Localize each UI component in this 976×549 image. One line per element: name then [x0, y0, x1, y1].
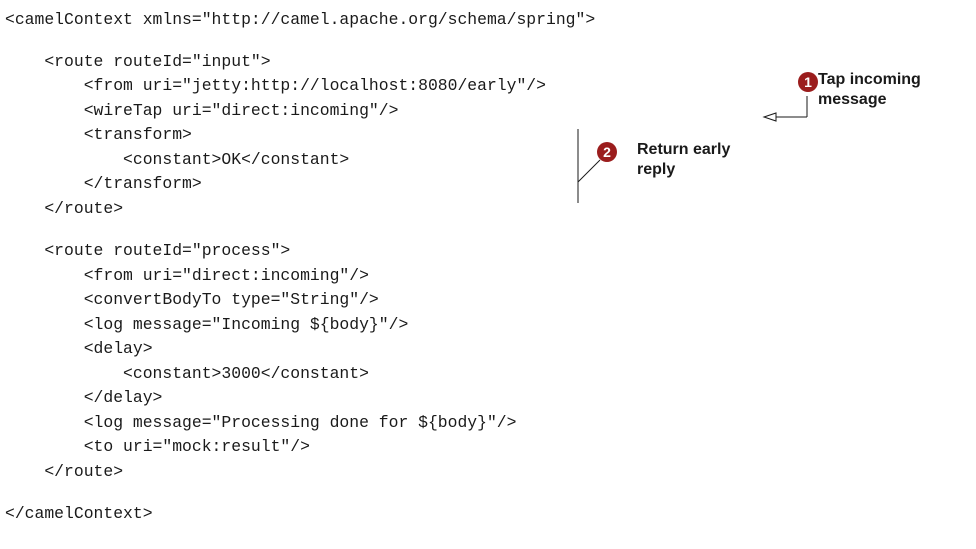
code-line-13: <delay>	[5, 339, 153, 358]
code-line-12: <log message="Incoming ${body}"/>	[5, 315, 409, 334]
code-line-10: <from uri="direct:incoming"/>	[5, 266, 369, 285]
code-line-8: </route>	[5, 199, 124, 218]
code-line-14: <constant>3000</constant>	[5, 364, 369, 383]
callout-1-label: Tap incoming message	[818, 71, 921, 108]
code-line-19: </camelContext>	[5, 504, 153, 523]
code-line-3: <from uri="jetty:http://localhost:8080/e…	[5, 76, 546, 95]
callout-2-marker: 2	[597, 142, 617, 162]
code-line-2: <route routeId="input">	[5, 52, 271, 71]
code-line-17: <to uri="mock:result"/>	[5, 437, 310, 456]
code-line-6: <constant>OK</constant>	[5, 150, 350, 169]
callout-1-marker: 1	[798, 72, 818, 92]
code-line-9: <route routeId="process">	[5, 241, 291, 260]
code-line-15: </delay>	[5, 388, 163, 407]
callout-2-label: Return early reply	[637, 141, 731, 178]
code-line-4: <wireTap uri="direct:incoming"/>	[5, 101, 399, 120]
code-line-7: </transform>	[5, 174, 202, 193]
code-line-16: <log message="Processing done for ${body…	[5, 413, 517, 432]
code-line-18: </route>	[5, 462, 124, 481]
code-line-5: <transform>	[5, 125, 192, 144]
code-line-11: <convertBodyTo type="String"/>	[5, 290, 379, 309]
code-line-1: <camelContext xmlns="http://camel.apache…	[5, 10, 596, 29]
